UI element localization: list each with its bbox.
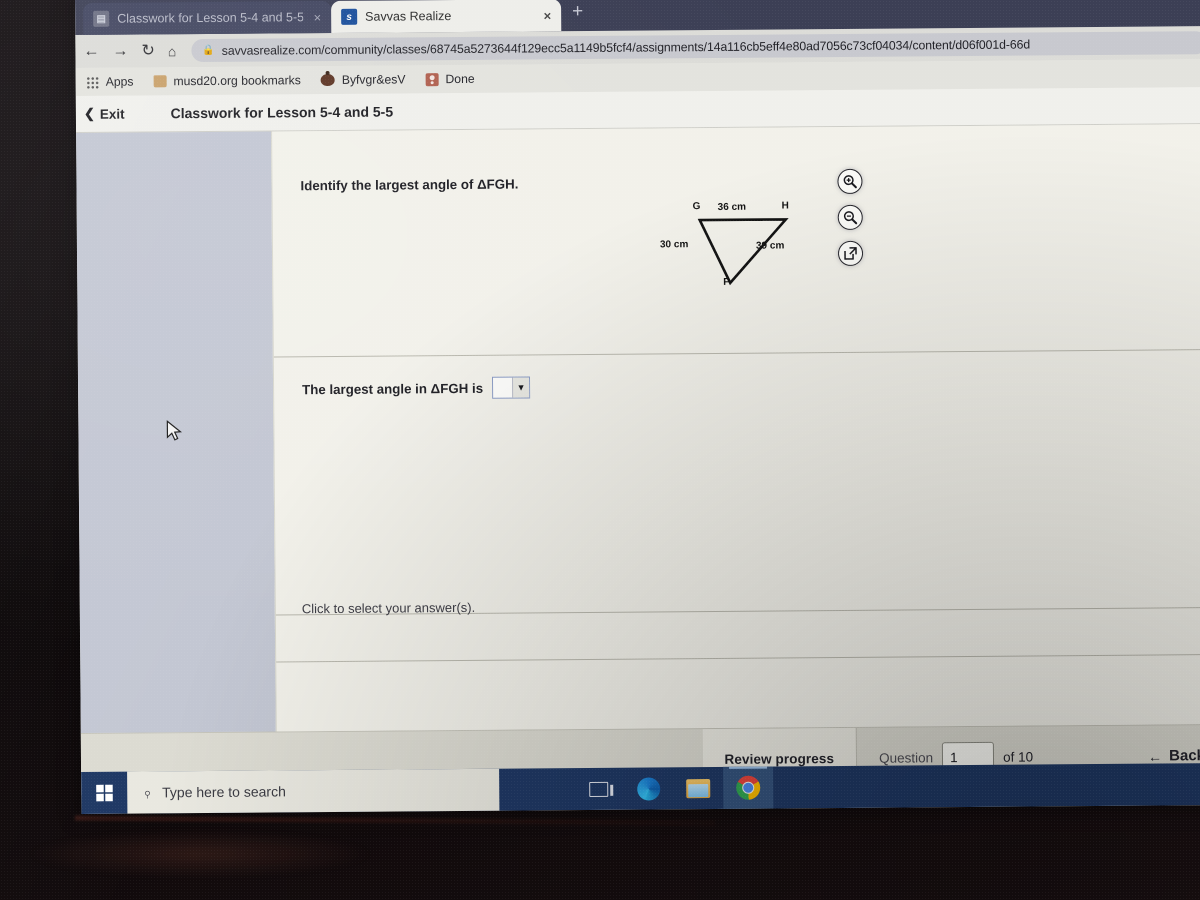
tab-title: Savvas Realize [365,9,452,24]
page-title: Classwork for Lesson 5-4 and 5-5 [170,103,394,122]
apps-grid-icon [85,75,99,89]
zoom-in-icon[interactable] [837,168,863,195]
bookmark-musd20[interactable]: musd20.org bookmarks [153,73,301,89]
back-icon[interactable]: ← [83,42,99,59]
question-total-label: of 10 [1003,749,1034,765]
page-icon: ▤ [93,10,110,27]
question-stem: Identify the largest angle of ΔFGH. [300,176,519,194]
task-view-button[interactable] [573,768,623,810]
answer-hint: Click to select your answer(s). [301,599,476,617]
left-sidebar-panel [76,131,276,733]
taskbar-item-edge[interactable] [623,767,673,809]
answer-prompt: The largest angle in ΔFGH is [302,380,484,397]
windows-taskbar: ⌕ Type here to search [81,763,1200,814]
bezel-edge [74,815,716,826]
exit-button[interactable]: ❮ Exit [84,106,125,122]
close-icon[interactable]: × [543,8,551,23]
home-icon[interactable]: ⌂ [168,43,177,59]
side-label-fh: 39 cm [755,240,785,252]
new-tab-button[interactable]: + [572,1,583,22]
section-divider [273,349,1200,358]
address-bar[interactable]: 🔒 savvasrealize.com/community/classes/68… [191,31,1200,63]
screen-photo: ▤ Classwork for Lesson 5-4 and 5-5 × s S… [0,0,1200,900]
vertex-label-F: F [723,276,730,288]
url-text: savvasrealize.com/community/classes/6874… [221,37,1031,58]
bookmark-label: musd20.org bookmarks [173,73,301,89]
chrome-icon [736,775,761,800]
taskbar-search-input[interactable]: ⌕ Type here to search [127,768,500,814]
app-body: Identify the largest angle of ΔFGH. G H … [76,124,1200,733]
folder-icon [153,75,167,88]
bookmark-label: Apps [105,74,134,89]
arrow-left-icon: ← [1148,747,1163,765]
bookmark-done[interactable]: Done [425,71,475,87]
edge-icon [636,776,660,801]
tab-title: Classwork for Lesson 5-4 and 5-5 [117,10,304,26]
open-external-icon[interactable] [837,240,864,267]
close-icon[interactable]: × [314,10,322,25]
task-view-icon [588,781,608,797]
taskbar-item-chrome[interactable] [723,766,774,809]
side-label-gh: 36 cm [717,201,747,213]
file-explorer-icon [686,778,711,798]
bookmark-apps[interactable]: Apps [85,74,134,89]
bezel-reflection [30,830,370,878]
taskbar-pinned-items [573,766,774,811]
lock-icon: 🔒 [202,44,215,57]
search-icon: ⌕ [138,783,156,801]
contact-icon [425,72,439,86]
reload-icon[interactable]: ↻ [141,42,155,59]
windows-logo-icon [95,784,113,802]
side-label-gf: 30 cm [659,239,689,251]
section-divider [276,654,1200,663]
browser-tab-classwork[interactable]: ▤ Classwork for Lesson 5-4 and 5-5 × [83,0,332,35]
browser-tab-savvas-realize[interactable]: s Savvas Realize × [331,0,562,33]
bookmark-byfvgresv[interactable]: Byfvgr&esV [320,72,406,87]
bookmark-label: Done [445,71,475,87]
answer-dropdown[interactable]: ▼ [491,376,531,399]
question-label: Question [878,750,934,766]
search-placeholder: Type here to search [162,783,286,801]
chevron-down-icon[interactable]: ▼ [511,377,530,398]
back-label: Back [1169,747,1200,765]
chevron-left-icon: ❮ [83,105,95,121]
start-button[interactable] [81,772,127,814]
exit-label: Exit [99,106,125,122]
pumpkin-icon [320,73,335,87]
zoom-out-icon[interactable] [837,204,863,231]
vertex-label-G: G [692,201,701,213]
answer-row: The largest angle in ΔFGH is ▼ [302,376,531,400]
forward-icon[interactable]: → [112,42,128,59]
figure-tools [837,168,864,267]
vertex-label-H: H [781,200,789,212]
savvas-favicon: s [341,8,358,25]
triangle-figure: G H F 36 cm 30 cm 39 cm [660,200,839,298]
chrome-browser-window: ▤ Classwork for Lesson 5-4 and 5-5 × s S… [75,0,1200,814]
taskbar-item-file-explorer[interactable] [673,767,723,809]
bookmark-label: Byfvgr&esV [341,72,406,87]
mouse-cursor [166,420,182,441]
question-content-panel: Identify the largest angle of ΔFGH. G H … [271,124,1200,732]
